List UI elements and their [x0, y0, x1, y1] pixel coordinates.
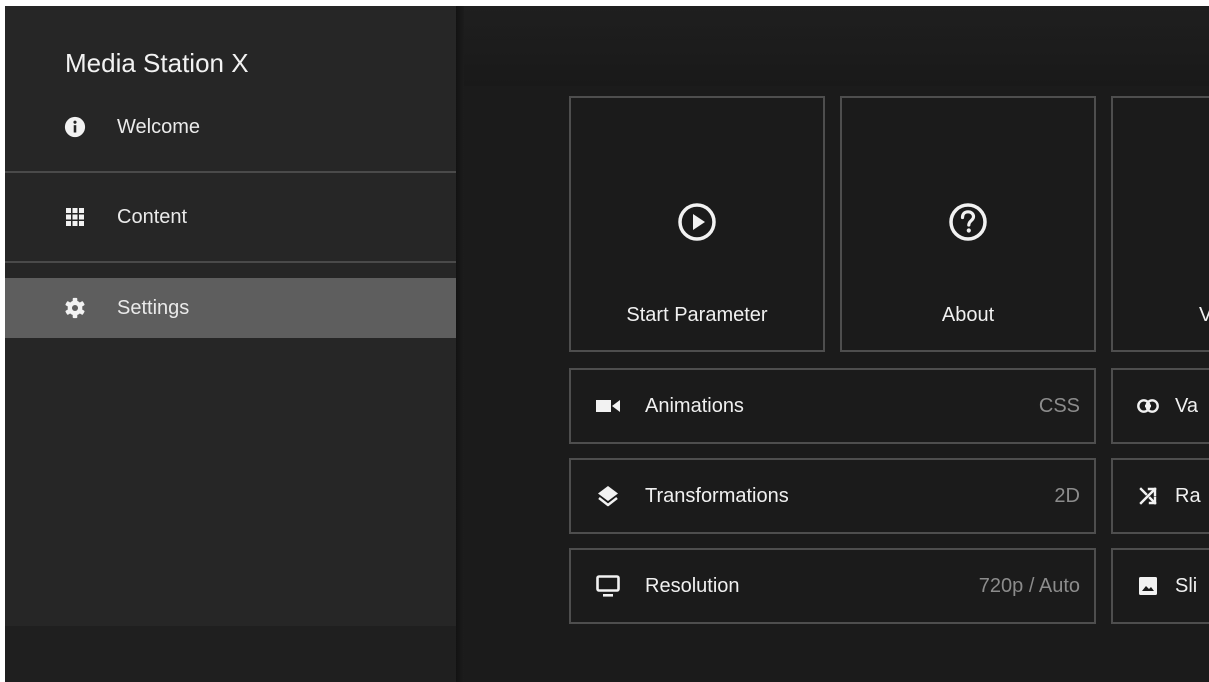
sidebar: Media Station X Welcome Content Settings: [5, 6, 456, 682]
sidebar-divider: [5, 261, 456, 263]
gear-icon: [63, 296, 87, 320]
setting-value: CSS: [1038, 394, 1080, 417]
tile-partial[interactable]: V: [1111, 96, 1209, 352]
tile-start-parameter[interactable]: Start Parameter: [569, 96, 825, 352]
app-frame: Media Station X Welcome Content Settings…: [5, 6, 1209, 682]
setting-label: Transformations: [645, 484, 789, 507]
setting-value: 2D: [1054, 484, 1080, 507]
main-panel: Start Parameter About V Animations CSS T…: [464, 6, 1209, 682]
layers-icon: [595, 483, 621, 509]
setting-label: Ra: [1175, 484, 1201, 507]
app-title: Media Station X: [65, 48, 249, 78]
sidebar-item-welcome[interactable]: Welcome: [5, 97, 456, 157]
sidebar-divider: [5, 171, 456, 173]
setting-row-partial-1[interactable]: Va: [1111, 368, 1209, 444]
sidebar-shadow: [456, 6, 464, 682]
sidebar-item-label: Welcome: [117, 115, 200, 138]
tile-about[interactable]: About: [840, 96, 1096, 352]
sidebar-item-settings[interactable]: Settings: [5, 278, 456, 338]
shuffle-icon: [1135, 483, 1161, 509]
main-header: [464, 6, 1209, 86]
sidebar-item-label: Content: [117, 205, 188, 228]
grid-icon: [63, 205, 87, 229]
monitor-icon: [595, 573, 621, 599]
link-icon: [1135, 393, 1161, 419]
tile-label: Start Parameter: [626, 304, 768, 326]
sidebar-item-content[interactable]: Content: [5, 187, 456, 247]
tile-label: V: [1199, 304, 1209, 326]
setting-label: Va: [1175, 394, 1198, 417]
setting-row-partial-3[interactable]: Sli: [1111, 548, 1209, 624]
sidebar-footer: [5, 626, 456, 682]
setting-row-transformations[interactable]: Transformations 2D: [569, 458, 1096, 534]
info-icon: [63, 115, 87, 139]
play-circle-icon: [677, 202, 717, 247]
setting-value: 720p / Auto: [978, 574, 1080, 597]
sidebar-item-label: Settings: [117, 296, 190, 319]
setting-row-resolution[interactable]: Resolution 720p / Auto: [569, 548, 1096, 624]
setting-row-animations[interactable]: Animations CSS: [569, 368, 1096, 444]
setting-label: Animations: [645, 394, 744, 417]
tile-label: About: [941, 304, 995, 326]
setting-label: Sli: [1175, 574, 1198, 597]
video-camera-icon: [595, 393, 621, 419]
help-circle-icon: [948, 202, 988, 247]
setting-row-partial-2[interactable]: Ra: [1111, 458, 1209, 534]
image-icon: [1135, 573, 1161, 599]
setting-label: Resolution: [645, 574, 740, 597]
